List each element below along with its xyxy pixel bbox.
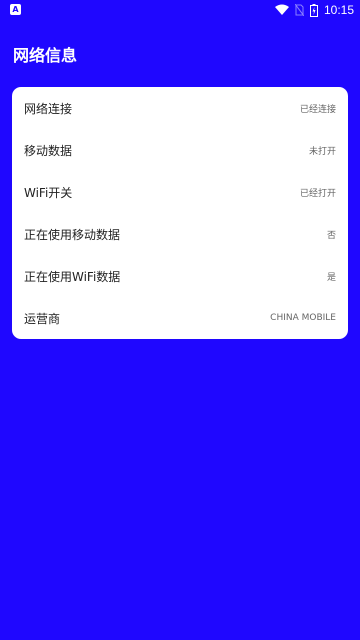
row-value: CHINA MOBILE	[270, 313, 336, 323]
row-value: 是	[326, 272, 336, 283]
row-label: 运营商	[24, 311, 61, 326]
status-icons: 10:15	[274, 2, 354, 18]
row-value: 否	[326, 230, 336, 241]
status-time: 10:15	[323, 3, 354, 17]
row-mobile-data: 移动数据 未打开	[12, 129, 348, 171]
row-value: 已经打开	[299, 188, 336, 199]
page-title: 网络信息	[13, 46, 78, 65]
row-label: 网络连接	[24, 101, 73, 116]
status-bar: A 10:15	[0, 0, 360, 20]
wifi-icon	[274, 4, 289, 16]
row-label: WiFi开关	[24, 185, 73, 200]
row-using-mobile-data: 正在使用移动数据 否	[12, 213, 348, 255]
no-sim-icon	[294, 4, 304, 16]
battery-charging-icon	[309, 3, 318, 17]
row-label: 正在使用移动数据	[24, 227, 121, 242]
row-label: 正在使用WiFi数据	[24, 269, 121, 284]
row-label: 移动数据	[24, 143, 73, 158]
row-wifi-switch: WiFi开关 已经打开	[12, 171, 348, 213]
network-info-card: 网络连接 已经连接 移动数据 未打开 WiFi开关 已经打开 正在使用移动数据 …	[12, 87, 348, 339]
row-value: 已经连接	[299, 104, 336, 115]
row-value: 未打开	[308, 146, 336, 157]
row-carrier: 运营商 CHINA MOBILE	[12, 297, 348, 339]
a-notification-icon: A	[10, 4, 21, 15]
row-network-connection: 网络连接 已经连接	[12, 87, 348, 129]
row-using-wifi-data: 正在使用WiFi数据 是	[12, 255, 348, 297]
